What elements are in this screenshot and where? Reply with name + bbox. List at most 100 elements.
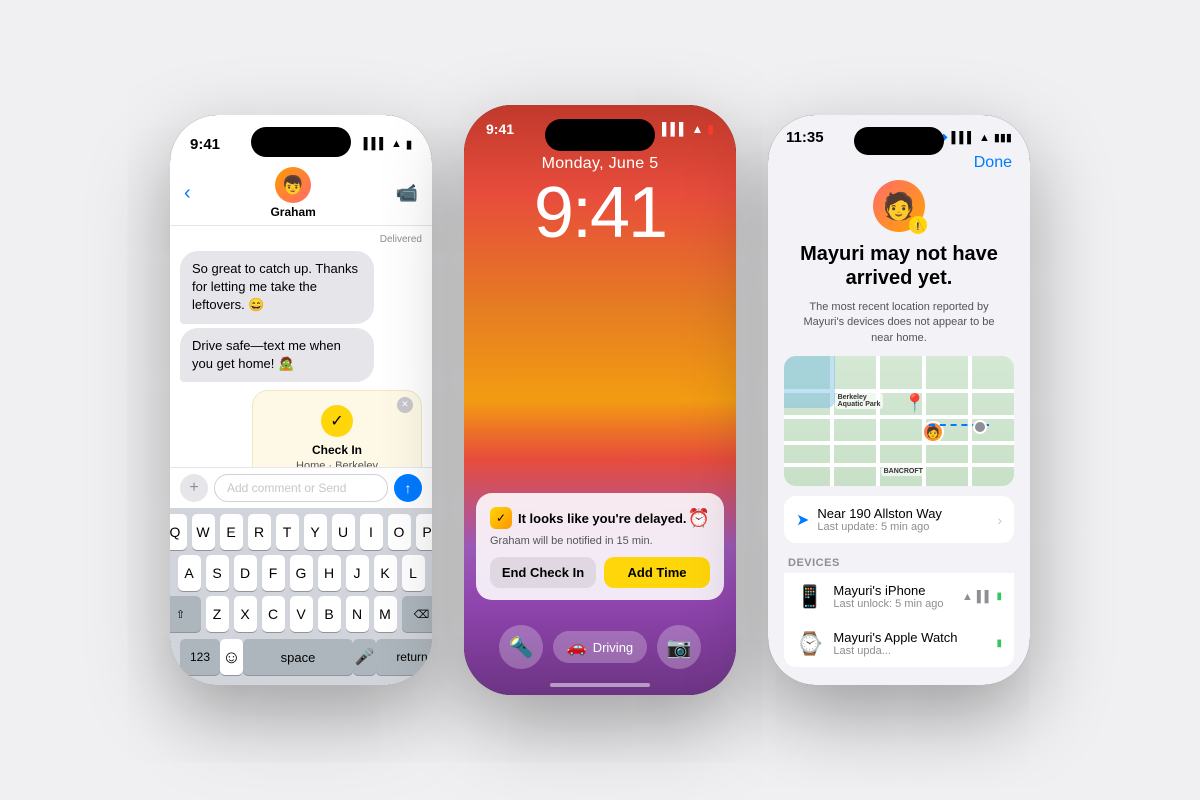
- device-iphone-info: Mayuri's iPhone Last unlock: 5 min ago: [833, 583, 952, 610]
- notification-header: ✓ It looks like you're delayed. ⏰: [490, 507, 710, 529]
- keyboard-bottom-row: 123 ☺ space 🎤 return: [174, 637, 428, 677]
- mic-key[interactable]: 🎤: [353, 639, 376, 675]
- location-name: Near 190 Allston Way: [817, 506, 989, 521]
- map-view[interactable]: BerkeleyAquatic Park BANCROFT 📍 🧑: [784, 356, 1014, 486]
- device-row-iphone[interactable]: 📱 Mayuri's iPhone Last unlock: 5 min ago…: [784, 573, 1014, 620]
- key-v[interactable]: V: [290, 596, 313, 632]
- findmy-battery-icon: ▮▮▮: [994, 131, 1012, 144]
- key-y[interactable]: Y: [304, 514, 327, 550]
- key-u[interactable]: U: [332, 514, 355, 550]
- map-label-park: BerkeleyAquatic Park: [835, 393, 884, 409]
- driving-mode-button[interactable]: 🚗 Driving: [553, 631, 647, 663]
- key-e[interactable]: E: [220, 514, 243, 550]
- end-checkin-button[interactable]: End Check In: [490, 557, 596, 588]
- iphone-wifi-icon: ▲: [962, 591, 973, 603]
- checkin-card: ✕ ✓ Check In Home · Berkeley Around 11:0…: [252, 390, 422, 467]
- message-input-bar: + Add comment or Send ↑: [170, 467, 432, 508]
- signal-icon-1: ▌▌▌: [364, 138, 387, 150]
- message-input[interactable]: Add comment or Send: [214, 474, 388, 502]
- map-water: [784, 356, 835, 408]
- checkin-notification: ✓ It looks like you're delayed. ⏰ Graham…: [476, 493, 724, 600]
- phone1-screen: 9:41 ▌▌▌ ▲ ▮ ‹ 👦 Graham 📹 Delivered So g…: [170, 115, 432, 685]
- key-i[interactable]: I: [360, 514, 383, 550]
- key-b[interactable]: B: [318, 596, 341, 632]
- space-key[interactable]: space: [243, 639, 353, 675]
- phone3-screen: 11:35 ◆ ▌▌▌ ▲ ▮▮▮ Done 🧑 ⚠️ Mayuri may n…: [768, 115, 1030, 685]
- lock-date: Monday, June 5: [464, 155, 736, 173]
- checkin-checkmark-icon: ✓: [321, 405, 353, 437]
- lock-status-icons: ▌▌▌ ▲ ▮: [662, 122, 714, 136]
- key-q[interactable]: Q: [170, 514, 187, 550]
- lock-clock: 9:41: [464, 177, 736, 249]
- contact-header[interactable]: 👦 Graham: [270, 167, 315, 219]
- iphone-battery-icon: ▮: [996, 591, 1002, 602]
- key-x[interactable]: X: [234, 596, 257, 632]
- keyboard-row-1: Q W E R T Y U I O P: [174, 514, 428, 550]
- devices-section: DEVICES 📱 Mayuri's iPhone Last unlock: 5…: [784, 557, 1014, 667]
- delete-key[interactable]: ⌫: [402, 596, 433, 632]
- watch-battery-icon: ▮: [996, 638, 1002, 649]
- key-c[interactable]: C: [262, 596, 285, 632]
- key-n[interactable]: N: [346, 596, 369, 632]
- add-attachment-button[interactable]: +: [180, 474, 208, 502]
- key-a[interactable]: A: [178, 555, 201, 591]
- send-button[interactable]: ↑: [394, 474, 422, 502]
- location-row[interactable]: ➤ Near 190 Allston Way Last update: 5 mi…: [784, 496, 1014, 543]
- messages-area: Delivered So great to catch up. Thanks f…: [170, 226, 432, 467]
- video-call-button[interactable]: 📹: [396, 183, 418, 204]
- checkin-title: Check In: [269, 443, 405, 457]
- device-watch-info: Mayuri's Apple Watch Last upda...: [833, 630, 986, 657]
- numbers-key[interactable]: 123: [180, 639, 220, 675]
- location-last-update: Last update: 5 min ago: [817, 521, 989, 533]
- key-j[interactable]: J: [346, 555, 369, 591]
- shift-key[interactable]: ⇧: [170, 596, 201, 632]
- key-z[interactable]: Z: [206, 596, 229, 632]
- key-r[interactable]: R: [248, 514, 271, 550]
- destination-pin: 📍: [904, 393, 926, 414]
- done-button[interactable]: Done: [974, 154, 1012, 172]
- key-m[interactable]: M: [374, 596, 397, 632]
- key-p[interactable]: P: [416, 514, 433, 550]
- location-text: Near 190 Allston Way Last update: 5 min …: [817, 506, 989, 533]
- keyboard-row-2: A S D F G H J K L: [174, 555, 428, 591]
- add-time-button[interactable]: Add Time: [604, 557, 710, 588]
- checkin-close-button[interactable]: ✕: [397, 397, 413, 413]
- key-g[interactable]: G: [290, 555, 313, 591]
- driving-label: Driving: [593, 640, 633, 655]
- alert-subtitle: The most recent location reported by May…: [784, 300, 1014, 346]
- phone-findmy: 11:35 ◆ ▌▌▌ ▲ ▮▮▮ Done 🧑 ⚠️ Mayuri may n…: [768, 115, 1030, 685]
- key-h[interactable]: H: [318, 555, 341, 591]
- notification-emoji: ⏰: [688, 508, 710, 529]
- key-w[interactable]: W: [192, 514, 215, 550]
- alert-avatar-container: 🧑 ⚠️: [784, 180, 1014, 232]
- devices-section-label: DEVICES: [784, 557, 1014, 569]
- return-key[interactable]: return: [376, 639, 432, 675]
- emoji-key[interactable]: ☺: [220, 639, 243, 675]
- checkin-app-icon: ✓: [490, 507, 512, 529]
- battery-icon-1: ▮: [406, 138, 412, 151]
- notification-title: It looks like you're delayed.: [518, 511, 688, 526]
- imessage-header: ‹ 👦 Graham 📹: [170, 163, 432, 226]
- key-s[interactable]: S: [206, 555, 229, 591]
- key-f[interactable]: F: [262, 555, 285, 591]
- back-button[interactable]: ‹: [184, 182, 191, 205]
- message-bubble-1: So great to catch up. Thanks for letting…: [180, 251, 374, 324]
- contact-name: Graham: [270, 205, 315, 219]
- notification-buttons: End Check In Add Time: [490, 557, 710, 588]
- key-o[interactable]: O: [388, 514, 411, 550]
- device-row-watch[interactable]: ⌚ Mayuri's Apple Watch Last upda... ▮: [784, 620, 1014, 667]
- delivered-label: Delivered: [180, 234, 422, 245]
- watch-device-icon: ⌚: [796, 631, 823, 657]
- key-l[interactable]: L: [402, 555, 425, 591]
- status-icons-1: ▌▌▌ ▲ ▮: [364, 138, 412, 151]
- key-k[interactable]: K: [374, 555, 397, 591]
- location-chevron-icon: ›: [997, 512, 1002, 528]
- key-d[interactable]: D: [234, 555, 257, 591]
- status-time-1: 9:41: [190, 136, 220, 153]
- phone-imessage: 9:41 ▌▌▌ ▲ ▮ ‹ 👦 Graham 📹 Delivered So g…: [170, 115, 432, 685]
- camera-button[interactable]: 📷: [657, 625, 701, 669]
- flashlight-button[interactable]: 🔦: [499, 625, 543, 669]
- findmy-status-icons: ◆ ▌▌▌ ▲ ▮▮▮: [940, 131, 1012, 144]
- location-direction-icon: ➤: [796, 510, 809, 530]
- key-t[interactable]: T: [276, 514, 299, 550]
